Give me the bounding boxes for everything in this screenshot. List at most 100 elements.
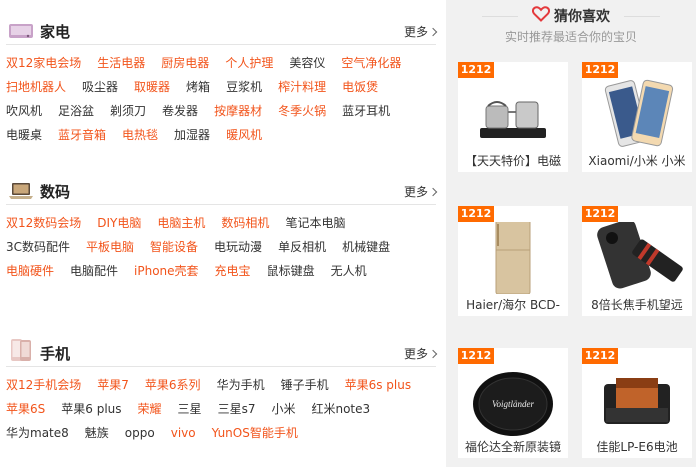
category-link[interactable]: iPhone壳套 xyxy=(134,264,199,278)
promo-1212-badge: 1212 xyxy=(582,62,618,78)
link-row: 双12手机会场 苹果7 苹果6系列 华为手机 锤子手机 苹果6s plus xyxy=(6,373,436,397)
category-link[interactable]: 华为mate8 xyxy=(6,426,69,440)
appliance-icon xyxy=(8,22,33,40)
more-label: 更多 xyxy=(403,25,428,39)
category-link[interactable]: 单反相机 xyxy=(278,240,326,254)
category-link[interactable]: 充电宝 xyxy=(215,264,251,278)
category-title: 手机 xyxy=(40,345,71,363)
category-link[interactable]: vivo xyxy=(171,426,196,440)
category-panel: 家电 更多 双12家电会场 生活电器 厨房电器 个人护理 美容仪 空气净化器 扫地机器人 吸尘器取… xyxy=(0,0,446,467)
category-link[interactable]: 无人机 xyxy=(331,264,367,278)
product-card[interactable]: 1212 Haier/海尔 BCD- xyxy=(458,206,568,316)
category-link[interactable]: 小米 xyxy=(271,402,295,416)
category-link[interactable]: 按摩器材 xyxy=(214,104,262,118)
product-card[interactable]: 1212 佳能LP-E6电池 xyxy=(582,348,692,458)
category-link[interactable]: 魅族 xyxy=(85,426,109,440)
product-card[interactable]: 1212 【天天特价】电磁 xyxy=(458,62,568,172)
link-row: 电暖桌 蓝牙音箱 电热毯 加湿器 暖风机 xyxy=(6,123,436,147)
category-link[interactable]: 扫地机器人 xyxy=(6,80,66,94)
category-link[interactable]: 吸尘器 xyxy=(82,80,118,94)
more-label: 更多 xyxy=(403,347,428,361)
category-link[interactable]: YunOS智能手机 xyxy=(212,426,298,440)
category-link[interactable]: 电热毯 xyxy=(122,128,158,142)
link-row: 3C数码配件 平板电脑 智能设备 电玩动漫 单反相机 机械键盘 xyxy=(6,235,436,259)
category-link[interactable]: 平板电脑 xyxy=(86,240,134,254)
product-name[interactable]: 【天天特价】电磁 xyxy=(458,152,568,170)
promo-1212-badge: 1212 xyxy=(582,206,618,222)
category-link[interactable]: 苹果6系列 xyxy=(145,378,201,392)
category-link[interactable]: 苹果6S xyxy=(6,402,45,416)
category-link[interactable]: 机械键盘 xyxy=(342,240,390,254)
category-link[interactable]: 剃须刀 xyxy=(110,104,146,118)
category-link[interactable]: 苹果7 xyxy=(97,378,129,392)
product-card[interactable]: Voigtländer 1212 福伦达全新原装镜 xyxy=(458,348,568,458)
product-name[interactable]: Haier/海尔 BCD- xyxy=(458,296,568,314)
category-link[interactable]: 烤箱 xyxy=(186,80,210,94)
more-link[interactable]: 更多 xyxy=(403,24,438,40)
category-link[interactable]: 数码相机 xyxy=(221,216,269,230)
category-link[interactable]: 加湿器 xyxy=(174,128,210,142)
category-link[interactable]: 电脑硬件 xyxy=(6,264,54,278)
category-link[interactable]: 智能设备 xyxy=(150,240,198,254)
product-name[interactable]: 福伦达全新原装镜 xyxy=(458,438,568,456)
category-link[interactable]: 苹果6s plus xyxy=(345,378,412,392)
category-link[interactable]: 空气净化器 xyxy=(341,56,401,70)
category-link[interactable]: 三星s7 xyxy=(218,402,256,416)
category-link[interactable]: 美容仪 xyxy=(289,56,325,70)
promo-1212-badge: 1212 xyxy=(458,206,494,222)
category-link[interactable]: 榨汁料理 xyxy=(278,80,326,94)
category-link[interactable]: 荣耀 xyxy=(138,402,162,416)
chevron-right-icon xyxy=(428,187,438,197)
link-row: 双12数码会场 DIY电脑 电脑主机 数码相机 笔记本电脑 xyxy=(6,211,436,235)
category-link[interactable]: 鼠标键盘 xyxy=(267,264,315,278)
category-link[interactable]: 生活电器 xyxy=(97,56,145,70)
category-link[interactable]: 苹果6 plus xyxy=(61,402,121,416)
category-link[interactable]: 吹风机 xyxy=(6,104,42,118)
category-link[interactable]: 红米note3 xyxy=(311,402,370,416)
category-link[interactable]: 锤子手机 xyxy=(281,378,329,392)
product-image xyxy=(458,207,568,295)
more-link[interactable]: 更多 xyxy=(403,346,438,362)
category-link[interactable]: 华为手机 xyxy=(217,378,265,392)
product-card[interactable]: 1212 8倍长焦手机望远 xyxy=(582,206,692,316)
category-link[interactable]: 电脑配件 xyxy=(70,264,118,278)
category-link[interactable]: 厨房电器 xyxy=(161,56,209,70)
category-link[interactable]: 取暖器 xyxy=(134,80,170,94)
category-link[interactable]: 电脑主机 xyxy=(157,216,205,230)
promo-1212-badge: 1212 xyxy=(582,348,618,364)
category-link[interactable]: 电暖桌 xyxy=(6,128,42,142)
category-1: 数码 更多双12数码会场 DIY电脑 电脑主机 数码相机 笔记本电脑 3C数码配件 平板电脑 智… xyxy=(6,180,438,283)
category-link[interactable]: 双12数码会场 xyxy=(6,216,81,230)
guess-you-like-panel: 猜你喜欢 实时推荐最适合你的宝贝 1212 【天天特价】电磁 1212 Xiaomi/… xyxy=(446,0,696,467)
category-link[interactable]: 笔记本电脑 xyxy=(285,216,345,230)
guess-title: 猜你喜欢 xyxy=(446,6,696,28)
category-link[interactable]: 双12家电会场 xyxy=(6,56,81,70)
category-link[interactable]: 三星 xyxy=(178,402,202,416)
category-link[interactable]: 3C数码配件 xyxy=(6,240,70,254)
category-link[interactable]: 电玩动漫 xyxy=(214,240,262,254)
more-link[interactable]: 更多 xyxy=(403,184,438,200)
category-link[interactable]: 暖风机 xyxy=(226,128,262,142)
category-link[interactable]: DIY电脑 xyxy=(97,216,141,230)
category-link[interactable]: 足浴盆 xyxy=(58,104,94,118)
product-image xyxy=(582,78,692,150)
product-name[interactable]: 8倍长焦手机望远 xyxy=(582,296,692,314)
category-link[interactable]: 电饭煲 xyxy=(342,80,378,94)
product-name[interactable]: Xiaomi/小米 小米 xyxy=(582,152,692,170)
category-header: 数码 更多 xyxy=(6,180,438,205)
category-link[interactable]: 个人护理 xyxy=(225,56,273,70)
category-link[interactable]: 蓝牙耳机 xyxy=(342,104,390,118)
product-name[interactable]: 佳能LP-E6电池 xyxy=(582,438,692,456)
more-label: 更多 xyxy=(403,185,428,199)
category-link[interactable]: 卷发器 xyxy=(162,104,198,118)
link-row: 扫地机器人 吸尘器 取暖器 烤箱 豆浆机 榨汁料理 电饭煲 xyxy=(6,75,436,99)
category-link[interactable]: 冬季火锅 xyxy=(278,104,326,118)
chevron-right-icon xyxy=(428,27,438,37)
category-link[interactable]: oppo xyxy=(125,426,155,440)
category-link[interactable]: 蓝牙音箱 xyxy=(58,128,106,142)
link-row: 吹风机 足浴盆 剃须刀 卷发器 按摩器材 冬季火锅 蓝牙耳机 xyxy=(6,99,436,123)
category-link[interactable]: 双12手机会场 xyxy=(6,378,81,392)
product-card[interactable]: 1212 Xiaomi/小米 小米 xyxy=(582,62,692,172)
category-link[interactable]: 豆浆机 xyxy=(226,80,262,94)
category-0: 家电 更多 双12家电会场 生活电器 厨房电器 个人护理 美容仪 空气净化器 扫地机器人 吸尘器 取… xyxy=(6,20,438,147)
